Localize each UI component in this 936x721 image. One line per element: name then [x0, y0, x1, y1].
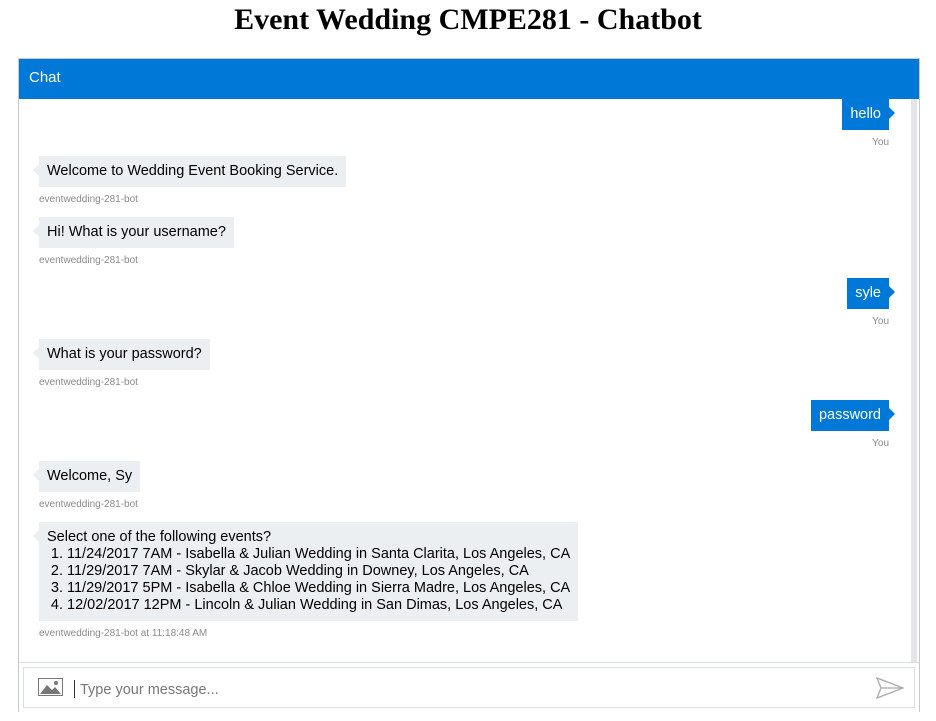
- bot-message: What is your password? eventwedding-281-…: [33, 339, 210, 389]
- chat-header: Chat: [19, 59, 919, 99]
- event-prompt: Select one of the following events?: [47, 529, 272, 545]
- chat-window: Chat hello You Welcome to Wedding Event …: [18, 58, 920, 712]
- message-bubble: Select one of the following events? 11/2…: [32, 522, 579, 621]
- bot-message-event-list: Select one of the following events? 11/2…: [32, 522, 579, 640]
- event-list: 11/24/2017 7AM - Isabella & Julian Weddi…: [47, 546, 570, 614]
- event-option[interactable]: 12/02/2017 12PM - Lincoln & Julian Weddi…: [67, 597, 570, 614]
- user-message: password You: [810, 400, 896, 450]
- message-sender: You: [872, 137, 889, 148]
- message-bubble: password: [810, 400, 896, 431]
- message-composer: [19, 662, 919, 712]
- user-message: hello You: [842, 99, 895, 149]
- message-bubble: What is your password?: [33, 339, 210, 370]
- message-bubble: Welcome to Wedding Event Booking Service…: [32, 156, 347, 187]
- message-sender: eventwedding-281-bot at 11:18:48 AM: [39, 628, 208, 639]
- message-history[interactable]: hello You Welcome to Wedding Event Booki…: [19, 99, 910, 662]
- message-bubble: Welcome, Sy: [32, 461, 141, 492]
- event-option[interactable]: 11/29/2017 7AM - Skylar & Jacob Wedding …: [67, 563, 570, 580]
- event-option[interactable]: 11/29/2017 5PM - Isabella & Chloe Weddin…: [67, 580, 570, 597]
- message-sender: You: [872, 438, 889, 449]
- text-cursor: [74, 680, 75, 698]
- bot-message: Hi! What is your username? eventwedding-…: [33, 217, 234, 267]
- event-option[interactable]: 11/24/2017 7AM - Isabella & Julian Weddi…: [67, 546, 570, 563]
- message-sender: eventwedding-281-bot: [39, 377, 138, 388]
- message-sender: eventwedding-281-bot: [39, 255, 138, 266]
- composer-box: [23, 667, 915, 708]
- message-input[interactable]: [78, 676, 842, 704]
- message-sender: You: [872, 316, 889, 327]
- message-sender: eventwedding-281-bot: [39, 499, 138, 510]
- image-icon[interactable]: [38, 678, 63, 696]
- bot-message: Welcome to Wedding Event Booking Service…: [32, 156, 347, 206]
- message-bubble: hello: [842, 99, 895, 130]
- scrollbar[interactable]: [911, 99, 917, 662]
- bot-message: Welcome, Sy eventwedding-281-bot: [32, 461, 141, 511]
- send-icon[interactable]: [876, 677, 904, 699]
- message-sender: eventwedding-281-bot: [39, 194, 138, 205]
- message-bubble: Hi! What is your username?: [33, 217, 234, 248]
- page-title: Event Wedding CMPE281 - Chatbot: [234, 3, 702, 36]
- user-message: syle You: [847, 278, 895, 328]
- message-bubble: syle: [847, 278, 895, 309]
